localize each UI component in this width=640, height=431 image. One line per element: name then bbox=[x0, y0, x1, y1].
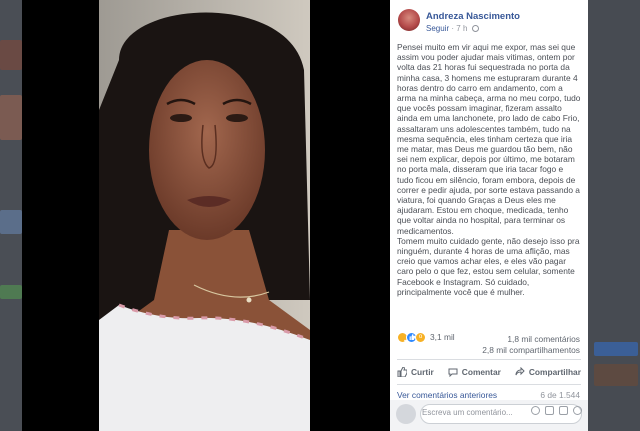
globe-icon bbox=[471, 25, 479, 32]
wow-reaction-icon: o bbox=[415, 331, 426, 343]
post-panel: Andreza Nascimento Seguir · 7 h Pensei m… bbox=[390, 0, 588, 431]
share-label: Compartilhar bbox=[528, 367, 581, 377]
post-time[interactable]: 7 h bbox=[456, 24, 467, 33]
comment-placeholder: Escreva um comentário... bbox=[422, 408, 513, 417]
comment-composer: Escreva um comentário... bbox=[390, 400, 588, 431]
background-thumbnail bbox=[0, 40, 22, 70]
gif-icon[interactable] bbox=[559, 406, 568, 415]
reaction-count: 3,1 mil bbox=[430, 332, 455, 342]
comment-icon bbox=[448, 368, 458, 377]
author-avatar[interactable] bbox=[398, 9, 420, 31]
like-label: Curtir bbox=[410, 367, 434, 377]
background-thumbnail bbox=[594, 364, 638, 386]
comments-count[interactable]: 1,8 mil comentários bbox=[507, 334, 580, 344]
emoji-icon[interactable] bbox=[531, 406, 540, 415]
post-paragraph: Pensei muito em vir aqui me expor, mas s… bbox=[397, 42, 581, 236]
author-name[interactable]: Andreza Nascimento bbox=[426, 11, 520, 22]
share-icon bbox=[515, 367, 525, 376]
post-photo[interactable] bbox=[99, 0, 310, 431]
comment-label: Comentar bbox=[461, 367, 501, 377]
camera-icon[interactable] bbox=[545, 406, 554, 415]
shares-count[interactable]: 2,8 mil compartilhamentos bbox=[482, 345, 580, 355]
thumbs-up-icon bbox=[397, 367, 407, 377]
divider bbox=[397, 384, 581, 385]
comment-button[interactable]: Comentar bbox=[448, 367, 501, 377]
comments-page-count: 6 de 1.544 bbox=[540, 390, 580, 400]
post-paragraph: Tomem muito cuidado gente, não desejo is… bbox=[397, 235, 580, 297]
sticker-icon[interactable] bbox=[573, 406, 582, 415]
follow-link[interactable]: Seguir bbox=[426, 24, 449, 33]
post-actions: Curtir Comentar Compartilhar bbox=[390, 362, 588, 382]
reaction-summary[interactable]: •︵• o 3,1 mil bbox=[397, 330, 455, 345]
like-button[interactable]: Curtir bbox=[397, 367, 434, 377]
background-right-column bbox=[588, 0, 640, 431]
selfie-photo-illustration bbox=[99, 0, 310, 431]
background-thumbnail bbox=[0, 95, 22, 140]
composer-icons bbox=[531, 406, 582, 415]
post-meta: Seguir · 7 h bbox=[426, 24, 479, 33]
background-thumbnail bbox=[0, 210, 22, 234]
background-banner bbox=[594, 342, 638, 356]
background-thumbnail bbox=[0, 285, 22, 299]
share-button[interactable]: Compartilhar bbox=[515, 367, 581, 377]
post-text: Pensei muito em vir aqui me expor, mas s… bbox=[397, 42, 581, 297]
previous-comments-link[interactable]: Ver comentários anteriores bbox=[397, 390, 497, 400]
background-left-column bbox=[0, 0, 22, 431]
divider bbox=[397, 359, 581, 360]
viewer-avatar bbox=[396, 404, 416, 424]
meta-separator: · bbox=[451, 24, 455, 33]
